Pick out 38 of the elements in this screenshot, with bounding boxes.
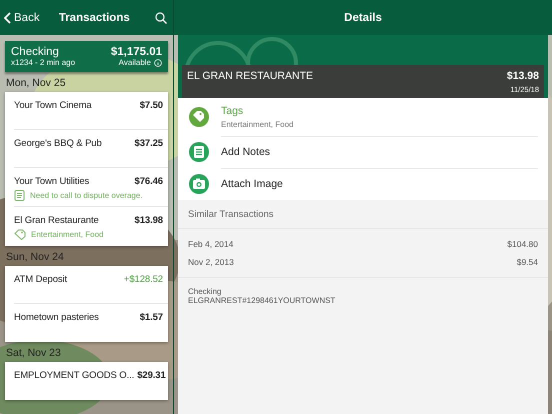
transaction-row[interactable]: Your Town Utilities $76.46 Need to call to dispute overage. [14,168,168,207]
account-balance: $1,175.01 [110,46,162,58]
screen-title: Transactions [58,12,131,24]
date-header: Sun, Nov 24 [5,250,65,265]
transaction-row[interactable]: Hometown pasteries $1.57 [14,304,168,342]
tag-list: Entertainment, Food [221,120,538,128]
tag-list: Entertainment, Food [31,230,104,239]
transaction-row[interactable]: El Gran Restaurante $13.98 Entertainment, Food [14,207,168,246]
notes-icon [188,141,210,163]
memo-text: Need to call to dispute overage. [30,191,143,200]
transaction-description: Checking ELGRANREST#1298461YOURTOWNST [187,286,336,308]
transaction-row[interactable]: George's BBQ & Pub $37.25 [14,130,168,168]
date-header: Sat, Nov 23 [5,346,62,361]
camera-icon [188,173,210,195]
account-name: Checking [11,46,59,58]
date-header: Mon, Nov 25 [5,76,67,91]
image-action[interactable]: Attach Image [182,168,538,200]
transaction-row[interactable]: EMPLOYMENT GOODS O... $29.31 [14,362,168,400]
transaction-row[interactable]: ATM Deposit +$128.52 [14,266,168,304]
transaction-row[interactable]: Your Town Cinema $7.50 [14,92,168,130]
similar-row[interactable]: Feb 4, 2014 $104.80 [188,235,538,253]
available-label: Available [118,58,151,67]
merchant-name: EL GRAN RESTAURANTE [187,70,314,82]
search-icon[interactable] [155,12,167,24]
account-card[interactable]: Checking $1,175.01 x1234 - 2 min ago Available [5,41,168,72]
pane-title: Details [174,0,552,35]
chevron-left-icon [4,12,11,24]
similar-row[interactable]: Nov 2, 2013 $9.54 [188,253,538,271]
account-meta: x1234 - 2 min ago [11,58,76,67]
notes-action[interactable]: Add Notes [182,136,538,168]
tag-icon [14,229,26,240]
section-header: Similar Transactions [178,200,548,229]
transaction-amount: $13.98 [506,70,539,82]
tags-action[interactable]: Tags Entertainment, Food [182,98,538,136]
info-icon[interactable] [154,58,162,66]
back-button[interactable]: Back [4,12,40,24]
tag-icon [188,106,210,128]
note-icon [14,190,25,201]
